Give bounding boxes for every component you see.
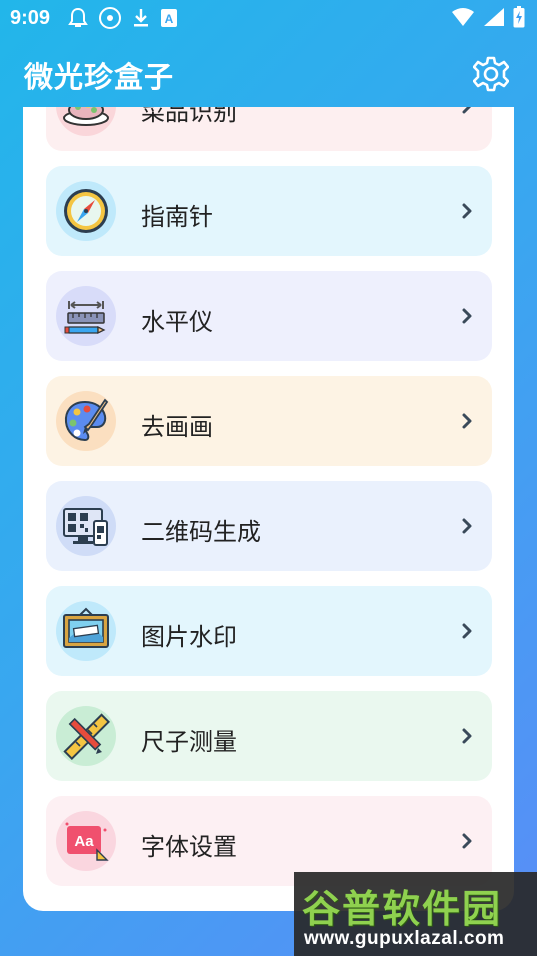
app-bar: 微光珍盒子	[0, 40, 537, 106]
chevron-right-icon	[462, 413, 472, 429]
chevron-right-icon	[462, 203, 472, 219]
font-aa-icon: Aa	[56, 811, 116, 871]
download-icon	[134, 9, 148, 27]
chevron-right-icon	[462, 107, 472, 114]
qr-computer-icon	[56, 496, 116, 556]
wifi-icon	[452, 8, 474, 26]
settings-button[interactable]	[471, 54, 511, 94]
site-watermark: 谷普软件园 www.gupuxlazal.com	[294, 872, 537, 956]
tool-card-label: 二维码生成	[141, 518, 261, 546]
tool-card-qr-generate[interactable]: 二维码生成	[46, 481, 492, 571]
app-title: 微光珍盒子	[24, 60, 175, 94]
status-left-icons: A	[68, 6, 178, 30]
ruler-pencil-icon	[56, 706, 116, 766]
tool-card-label: 指南针	[141, 203, 213, 231]
chevron-right-icon	[462, 623, 472, 639]
tool-card-label: 字体设置	[141, 833, 237, 861]
tool-card-image-watermark[interactable]: 图片水印	[46, 586, 492, 676]
watermark-title: 谷普软件园	[302, 887, 503, 931]
level-ruler-icon	[56, 286, 116, 346]
tool-card-label: 尺子测量	[141, 728, 237, 756]
chevron-right-icon	[462, 308, 472, 324]
gear-icon	[473, 56, 509, 92]
palette-icon	[56, 391, 116, 451]
compass-icon	[56, 181, 116, 241]
tool-card-level[interactable]: 水平仪	[46, 271, 492, 361]
tools-panel: 菜品识别 指南针 水平仪 去画画 二维码生成 图片水印 尺子测量 Aa 字体设置	[23, 107, 514, 911]
svg-text:Aa: Aa	[74, 833, 94, 850]
status-time: 9:09	[10, 7, 51, 29]
tool-card-dish-recognition[interactable]: 菜品识别	[46, 107, 492, 151]
dish-icon	[56, 107, 116, 136]
battery-charging-icon	[513, 6, 525, 28]
tool-card-draw[interactable]: 去画画	[46, 376, 492, 466]
tool-card-label: 水平仪	[141, 308, 213, 336]
status-bar: 9:09 A	[0, 0, 537, 36]
media-disc-icon	[99, 7, 121, 29]
chevron-right-icon	[462, 833, 472, 849]
notification-bell-icon	[68, 7, 88, 27]
signal-icon	[484, 8, 504, 26]
tool-card-compass[interactable]: 指南针	[46, 166, 492, 256]
tool-card-ruler-measure[interactable]: 尺子测量	[46, 691, 492, 781]
tool-card-label: 图片水印	[141, 623, 237, 651]
svg-text:A: A	[165, 12, 174, 26]
chevron-right-icon	[462, 518, 472, 534]
watermark-url: www.gupuxlazal.com	[304, 928, 505, 949]
tools-list: 菜品识别 指南针 水平仪 去画画 二维码生成 图片水印 尺子测量 Aa 字体设置	[46, 107, 492, 901]
translate-icon: A	[161, 9, 177, 27]
framed-picture-icon	[56, 601, 116, 661]
status-right-icons	[451, 6, 525, 28]
chevron-right-icon	[462, 728, 472, 744]
tool-card-label: 菜品识别	[141, 107, 237, 126]
tool-card-label: 去画画	[141, 413, 213, 441]
